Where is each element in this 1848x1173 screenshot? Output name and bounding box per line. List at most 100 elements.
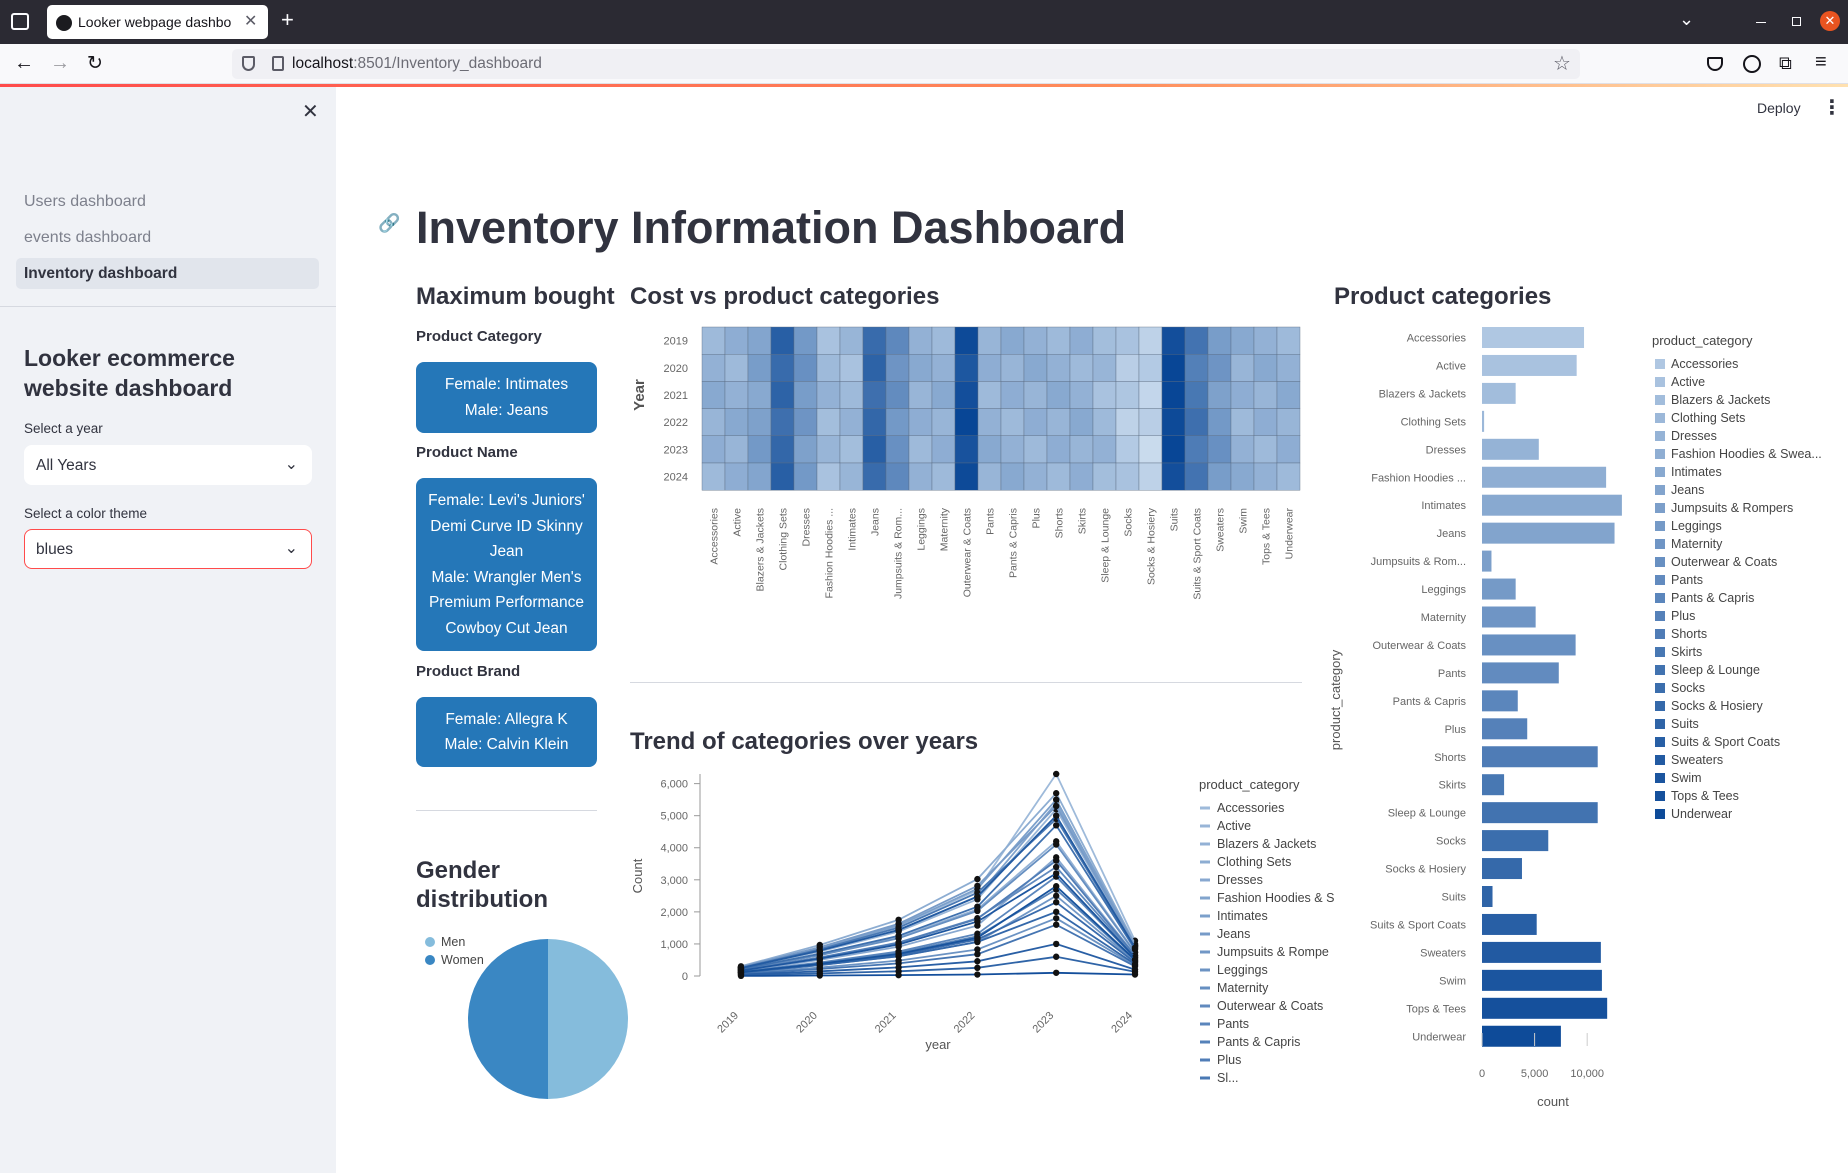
bar	[1482, 578, 1516, 600]
heatmap-cell	[1138, 462, 1163, 491]
line-point	[1053, 790, 1060, 797]
bar	[1482, 913, 1537, 935]
bar-y-tick-label: Maternity	[1421, 612, 1467, 624]
heatmap-y-tick-label: 2024	[664, 472, 688, 484]
bar-y-tick-label: Jeans	[1437, 528, 1467, 540]
line-point	[974, 918, 981, 925]
heatmap-cell	[908, 326, 933, 355]
heatmap-cell	[885, 435, 910, 464]
heatmap-cell	[1207, 462, 1232, 491]
bar	[1482, 858, 1522, 880]
bar-x-axis-label: count	[1537, 1094, 1569, 1109]
heatmap-x-tick-label: Suits & Sport Coats	[1192, 508, 1204, 600]
heatmap-cell	[839, 462, 864, 491]
line-point	[1053, 841, 1060, 848]
bar	[1482, 327, 1585, 348]
line-point	[974, 971, 981, 978]
heatmap-cell	[816, 462, 841, 491]
heatmap-cell	[816, 408, 841, 437]
heatmap-cell	[793, 381, 818, 409]
heatmap-y-tick-label: 2023	[664, 444, 688, 456]
line-point	[1053, 915, 1060, 922]
bar-legend-swatch	[1655, 737, 1665, 747]
heatmap-cell	[1138, 354, 1163, 382]
heatmap-cell	[793, 462, 818, 491]
bar-legend-swatch	[1655, 575, 1665, 585]
bar-legend-swatch	[1655, 431, 1665, 441]
heatmap-cell	[1207, 435, 1232, 464]
bar-x-tick-label: 0	[1479, 1068, 1485, 1080]
heatmap-cell	[931, 462, 956, 491]
heatmap-cell	[1023, 326, 1048, 355]
bar-legend-swatch	[1655, 719, 1665, 729]
line-x-tick-label: 2023	[1031, 1010, 1057, 1036]
line-point	[816, 947, 823, 954]
line-point	[1053, 870, 1060, 877]
bar-y-tick-label: Shorts	[1434, 752, 1466, 764]
heatmap-cell	[1138, 326, 1163, 355]
bar	[1482, 354, 1577, 376]
heatmap-cell	[770, 326, 795, 355]
heatmap-cell	[839, 435, 864, 464]
line-point	[1131, 971, 1139, 978]
heatmap-cell	[701, 354, 726, 382]
bar	[1482, 774, 1505, 796]
line-legend-label: Pants & Capris	[1217, 1035, 1300, 1049]
heatmap-cell	[770, 381, 795, 409]
heatmap-cell	[793, 354, 818, 382]
heatmap-cell	[816, 435, 841, 464]
heatmap-cell	[1069, 435, 1094, 464]
bar-y-tick-label: Sweaters	[1420, 947, 1466, 959]
line-legend-label: Blazers & Jackets	[1217, 837, 1316, 851]
heatmap-cell	[885, 462, 910, 491]
heatmap-cell	[1023, 354, 1048, 382]
line-x-tick-label: 2019	[715, 1010, 741, 1036]
line-point	[895, 932, 902, 939]
heatmap-cell	[747, 462, 772, 491]
bar-y-axis-label: product_category	[1328, 649, 1343, 750]
heatmap-cell	[1069, 381, 1094, 409]
heatmap-cell	[701, 381, 726, 409]
bar-legend-label: Outerwear & Coats	[1671, 555, 1777, 569]
line-legend-label: Intimates	[1217, 909, 1268, 923]
heatmap-cell	[1161, 408, 1186, 437]
line-point	[1053, 921, 1060, 928]
heatmap-y-tick-label: 2022	[664, 417, 688, 429]
heatmap-cell	[701, 462, 726, 491]
bar	[1482, 746, 1598, 768]
heatmap-cell	[1230, 435, 1255, 464]
line-point	[1053, 863, 1060, 871]
heatmap-y-tick-label: 2019	[664, 336, 688, 348]
bar-legend-swatch	[1655, 467, 1665, 477]
heatmap-cell	[1161, 435, 1186, 464]
bar-legend-label: Maternity	[1671, 537, 1723, 551]
heatmap-cell	[1069, 462, 1094, 491]
heatmap-cell	[1253, 326, 1278, 355]
heatmap-cell	[954, 408, 979, 437]
heatmap-cell	[977, 381, 1002, 409]
heatmap-cell	[1023, 381, 1048, 409]
bar	[1482, 634, 1576, 656]
heatmap-x-tick-label: Leggings	[916, 508, 928, 551]
heatmap-cell	[1069, 408, 1094, 437]
bar	[1482, 718, 1528, 740]
bar-y-tick-label: Suits & Sport Coats	[1370, 919, 1466, 931]
bar-legend-swatch	[1655, 521, 1665, 531]
heatmap-cell	[793, 408, 818, 437]
heatmap-cell	[1207, 326, 1232, 355]
bar-legend-label: Socks & Hosiery	[1671, 699, 1763, 713]
heatmap-cell	[1000, 408, 1025, 437]
line-y-tick-label: 6,000	[660, 779, 688, 791]
bar	[1482, 410, 1485, 432]
bar-y-tick-label: Blazers & Jackets	[1379, 388, 1467, 400]
heatmap-x-tick-label: Dresses	[801, 508, 813, 547]
line-point	[895, 964, 902, 971]
heatmap-cell	[1276, 408, 1301, 437]
heatmap-x-tick-label: Pants & Capris	[1008, 508, 1020, 578]
heatmap-x-tick-label: Socks	[1123, 508, 1135, 537]
heatmap-cell	[1092, 435, 1117, 464]
bar-legend-swatch	[1655, 701, 1665, 711]
bar-legend-label: Sleep & Lounge	[1671, 663, 1760, 677]
heatmap-cell	[1276, 381, 1301, 409]
heatmap-x-tick-label: Accessories	[709, 508, 721, 565]
